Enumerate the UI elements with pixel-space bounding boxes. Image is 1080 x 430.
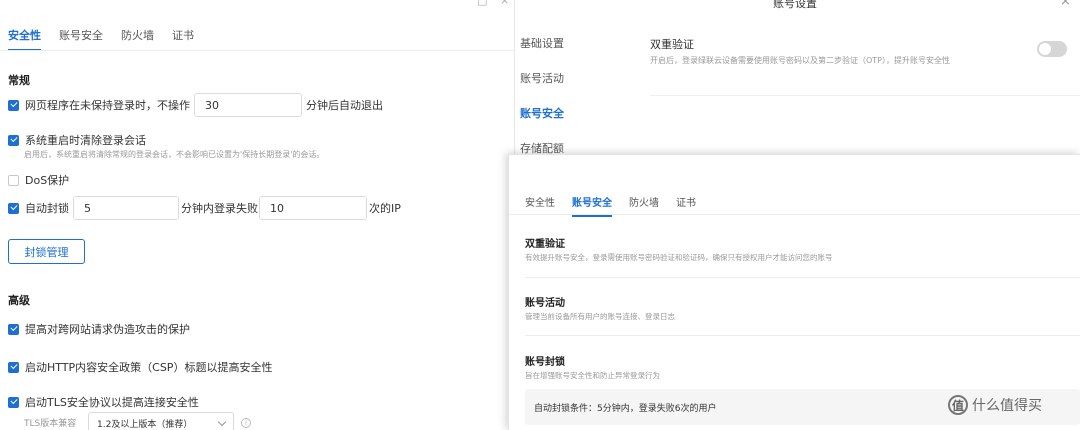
watermark: 值 什么值得买 (948, 395, 1042, 415)
block-manage-button[interactable]: 封锁管理 (8, 239, 85, 264)
two-factor-title: 双重验证 (650, 38, 694, 51)
timeout-row: 网页程序在未保持登录时，不操作 30 分钟后自动退出 (8, 93, 383, 117)
csrf-label: 提高对跨网站请求伪造攻击的保护 (25, 323, 190, 336)
maximize-button[interactable]: □ (477, 0, 487, 7)
nav-item-basic[interactable]: 基础设置 (520, 35, 564, 51)
two-factor-toggle[interactable] (1037, 41, 1067, 57)
card-separator (525, 335, 1080, 336)
tls-label: 启动TLS安全协议以提高连接安全性 (25, 396, 199, 409)
csrf-checkbox[interactable] (8, 323, 19, 335)
tls-checkbox[interactable] (8, 396, 19, 408)
autoblock-mid-label: 分钟内登录失败 (181, 202, 258, 215)
card-block-desc: 旨在增强账号安全性和防止异常登录行为 (525, 371, 660, 380)
settings-tabs: 安全性 账号安全 防火墙 证书 (8, 27, 194, 51)
card-separator (525, 277, 1080, 278)
autoblock-count-input[interactable]: 10 (259, 196, 367, 220)
watermark-text: 什么值得买 (972, 398, 1042, 414)
autoblock-row: 自动封锁 5 分钟内登录失败 10 次的IP (8, 196, 401, 220)
tab-certificate[interactable]: 证书 (172, 27, 194, 51)
csrf-row: 提高对跨网站请求伪造攻击的保护 (8, 321, 190, 337)
nav-item-account-security[interactable]: 账号安全 (520, 105, 564, 121)
tab-security[interactable]: 安全性 (8, 27, 41, 51)
tls-version-value: 1.2及以上版本（推荐） (97, 419, 193, 430)
csp-checkbox[interactable] (8, 361, 19, 373)
info-icon[interactable]: i (241, 418, 251, 428)
general-section-title: 常规 (8, 74, 30, 87)
tls-row: 启动TLS安全协议以提高连接安全性 (8, 394, 199, 410)
nav-item-activity[interactable]: 账号活动 (520, 70, 564, 86)
autoblock-minutes-input[interactable]: 5 (73, 196, 179, 220)
dialog-divider (650, 95, 1080, 96)
security-settings-panel: □ × 安全性 账号安全 防火墙 证书 常规 网页程序在未保持登录时，不操作 3… (0, 0, 515, 430)
timeout-label: 网页程序在未保持登录时，不操作 (25, 99, 190, 112)
card-two-factor-title[interactable]: 双重验证 (525, 235, 565, 250)
timeout-checkbox[interactable] (8, 99, 19, 111)
clear-session-row: 系统重启时清除登录会话 (8, 132, 146, 148)
chevron-down-icon (217, 417, 227, 426)
card-block-title[interactable]: 账号封锁 (525, 353, 565, 368)
csp-label: 启动HTTP内容安全政策（CSP）标题以提高安全性 (25, 361, 273, 374)
card-activity-desc: 管理当前设备所有用户的账号连接、登录日志 (525, 312, 675, 321)
account-security-window: 安全性 账号安全 防火墙 证书 双重验证 有效提升账号安全，登录需使用账号密码验… (508, 154, 1080, 430)
close-button[interactable]: × (500, 0, 509, 7)
smzdm-logo-icon: 值 (948, 395, 968, 415)
autoblock-label: 自动封锁 (25, 202, 69, 215)
tab-divider (0, 50, 514, 51)
timeout-suffix: 分钟后自动退出 (306, 99, 383, 112)
timeout-input[interactable]: 30 (194, 93, 302, 117)
clear-session-hint: 启用后，系统重启将清除常规的登录会话，不会影响已设置为'保持长期登录'的会话。 (24, 150, 325, 159)
tab-firewall[interactable]: 防火墙 (121, 27, 154, 51)
autoblock-checkbox[interactable] (8, 202, 19, 214)
clear-session-checkbox[interactable] (8, 134, 19, 146)
tab-divider (509, 214, 1080, 215)
advanced-section-title: 高级 (8, 294, 30, 307)
tab-account-security[interactable]: 账号安全 (59, 27, 103, 51)
two-factor-description: 开启后，登录绿联云设备需要使用账号密码以及第二步验证（OTP），提升账号安全性 (650, 56, 951, 65)
dos-row: DoS保护 (8, 172, 69, 188)
card-two-factor-desc: 有效提升账号安全，登录需使用账号密码验证和验证码，确保只有授权用户才能访问您的账… (525, 253, 833, 262)
autoblock-suffix: 次的IP (369, 202, 401, 215)
tls-compat-label: TLS版本兼容 (24, 419, 77, 429)
close-icon[interactable]: × (1060, 0, 1071, 9)
tls-version-select[interactable]: 1.2及以上版本（推荐） (88, 412, 234, 430)
dos-label: DoS保护 (25, 174, 70, 187)
csp-row: 启动HTTP内容安全政策（CSP）标题以提高安全性 (8, 359, 272, 375)
dialog-title: 账号设置 (773, 0, 817, 10)
clear-session-label: 系统重启时清除登录会话 (25, 134, 146, 147)
card-activity-title[interactable]: 账号活动 (525, 294, 565, 309)
dos-checkbox[interactable] (8, 174, 19, 186)
